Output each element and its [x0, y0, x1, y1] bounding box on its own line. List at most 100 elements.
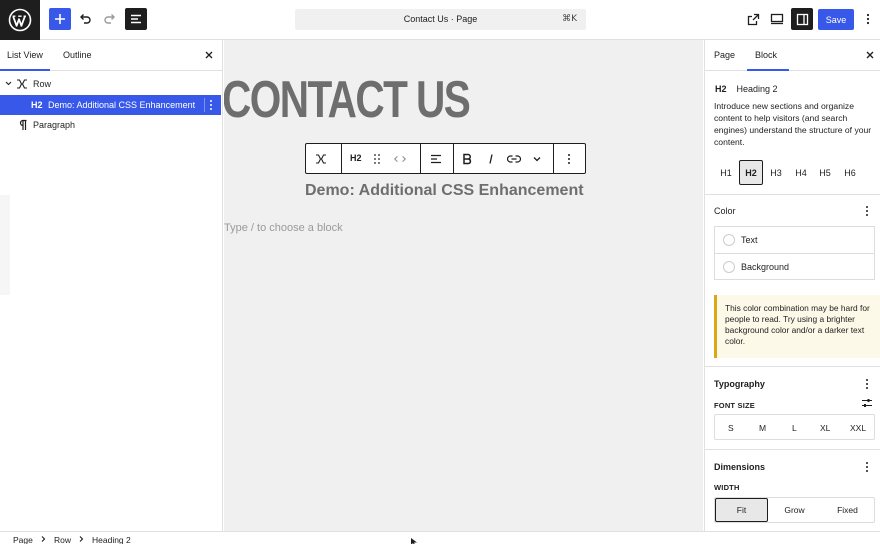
save-button[interactable]: Save	[818, 9, 854, 30]
document-overview-button[interactable]	[125, 8, 147, 30]
redo-button[interactable]	[99, 8, 121, 30]
breadcrumb-row[interactable]: Row	[54, 535, 71, 544]
undo-button[interactable]	[74, 8, 96, 30]
dimensions-options-button[interactable]	[861, 461, 873, 473]
text-color-item[interactable]: Text	[715, 227, 874, 253]
drag-handle-icon	[374, 154, 380, 164]
view-page-button[interactable]	[742, 8, 764, 30]
heading-level-h4[interactable]: H4	[789, 160, 813, 185]
plus-icon	[55, 14, 65, 24]
more-vertical-icon	[866, 379, 868, 389]
italic-icon	[489, 154, 493, 164]
color-item-label: Text	[741, 235, 758, 245]
toolbar-divider	[341, 144, 342, 173]
command-palette-bar[interactable]: Contact Us · Page ⌘K	[295, 9, 586, 30]
chevron-left-right-icon	[394, 156, 406, 162]
tab-block[interactable]: Block	[755, 50, 777, 60]
heading-2-block[interactable]: Demo: Additional CSS Enhancement	[305, 182, 584, 200]
block-breadcrumb: Page Row Heading 2	[0, 531, 880, 544]
desktop-icon	[770, 13, 784, 25]
chevron-right-icon	[79, 536, 84, 542]
block-name: Heading 2	[736, 84, 778, 94]
sidebar-tabs: Page Block	[705, 40, 880, 71]
heading-level-h2[interactable]: H2	[739, 160, 763, 185]
toolbar-divider	[553, 144, 554, 173]
paragraph-icon	[19, 119, 27, 130]
list-item-row[interactable]: Row	[0, 74, 221, 94]
sidebar-icon	[796, 13, 808, 25]
bold-icon	[463, 153, 472, 165]
heading-level-h1[interactable]: H1	[714, 160, 738, 185]
background-color-item[interactable]: Background	[715, 254, 874, 280]
tab-outline[interactable]: Outline	[63, 50, 92, 60]
link-button[interactable]	[507, 152, 521, 166]
width-fit[interactable]: Fit	[715, 498, 768, 522]
tree-item-label: Row	[33, 79, 52, 89]
font-size-xxl[interactable]: XXL	[850, 423, 866, 433]
color-options-button[interactable]	[861, 205, 873, 217]
active-tab-indicator	[747, 69, 789, 71]
font-size-picker: S M L XL XXL	[714, 414, 875, 440]
custom-size-button[interactable]	[861, 397, 873, 409]
section-divider	[705, 194, 880, 195]
sliders-icon	[862, 399, 872, 407]
options-menu-button[interactable]	[858, 8, 878, 30]
block-options-button[interactable]	[204, 98, 218, 112]
more-formatting-button[interactable]	[530, 152, 544, 166]
close-list-view-button[interactable]	[203, 49, 215, 61]
align-button[interactable]	[429, 152, 443, 166]
font-size-label: FONT SIZE	[714, 401, 755, 410]
breadcrumb-heading[interactable]: Heading 2	[92, 535, 131, 544]
row-block-icon	[17, 79, 27, 89]
tab-list-view[interactable]: List View	[7, 50, 43, 60]
chevron-down-icon[interactable]	[4, 79, 13, 88]
align-left-icon	[431, 154, 441, 164]
font-size-xl[interactable]: XL	[820, 423, 830, 433]
font-size-s[interactable]: S	[728, 423, 734, 433]
block-placeholder[interactable]: Type / to choose a block	[224, 222, 343, 234]
more-vertical-icon	[204, 98, 212, 112]
add-block-button[interactable]	[49, 8, 71, 30]
typography-options-button[interactable]	[861, 378, 873, 390]
tree-item-label: Paragraph	[33, 120, 76, 130]
more-vertical-icon	[866, 206, 868, 216]
close-sidebar-button[interactable]	[864, 49, 876, 61]
breadcrumb-page[interactable]: Page	[13, 535, 33, 544]
device-preview-button[interactable]	[766, 8, 788, 30]
move-arrows-button[interactable]	[393, 152, 407, 166]
contrast-warning-notice: This color combination may be hard for p…	[714, 295, 880, 358]
width-grow[interactable]: Grow	[768, 498, 821, 522]
list-view-tabs: List View Outline	[0, 40, 222, 71]
select-parent-button[interactable]	[314, 152, 328, 166]
undo-icon	[80, 14, 91, 24]
width-selector: Fit Grow Fixed	[714, 497, 875, 523]
color-section-title: Color	[714, 206, 736, 216]
close-icon	[866, 51, 874, 59]
heading-level-h3[interactable]: H3	[764, 160, 788, 185]
panel-scroll-area	[0, 195, 10, 295]
list-item-paragraph[interactable]: Paragraph	[0, 115, 221, 135]
heading-level-h5[interactable]: H5	[813, 160, 837, 185]
page-heading[interactable]: CONTACT US	[224, 74, 471, 126]
block-options-button[interactable]	[562, 152, 576, 166]
editor-canvas[interactable]: CONTACT US H2 Demo: Additional CSS Enhan…	[224, 40, 703, 531]
italic-button[interactable]	[484, 152, 498, 166]
heading-level-selector: H1 H2 H3 H4 H5 H6	[714, 160, 864, 185]
wordpress-logo-button[interactable]	[0, 0, 40, 40]
bold-button[interactable]	[460, 152, 474, 166]
tree-item-label: Demo: Additional CSS Enhancement	[48, 100, 196, 110]
toolbar-divider	[453, 144, 454, 173]
font-size-m[interactable]: M	[759, 423, 766, 433]
block-description: Introduce new sections and organize cont…	[714, 101, 872, 147]
drag-handle[interactable]	[370, 152, 384, 166]
settings-sidebar-button[interactable]	[791, 8, 813, 30]
font-size-l[interactable]: L	[792, 423, 797, 433]
width-fixed[interactable]: Fixed	[821, 498, 874, 522]
close-icon	[205, 51, 213, 59]
document-title: Contact Us · Page	[403, 14, 478, 24]
tab-page[interactable]: Page	[714, 50, 735, 60]
heading-level-tag: H2	[31, 100, 43, 110]
list-item-heading[interactable]: H2 Demo: Additional CSS Enhancement	[0, 95, 221, 115]
heading-level-h6[interactable]: H6	[838, 160, 862, 185]
block-type-button[interactable]: H2	[350, 153, 362, 163]
